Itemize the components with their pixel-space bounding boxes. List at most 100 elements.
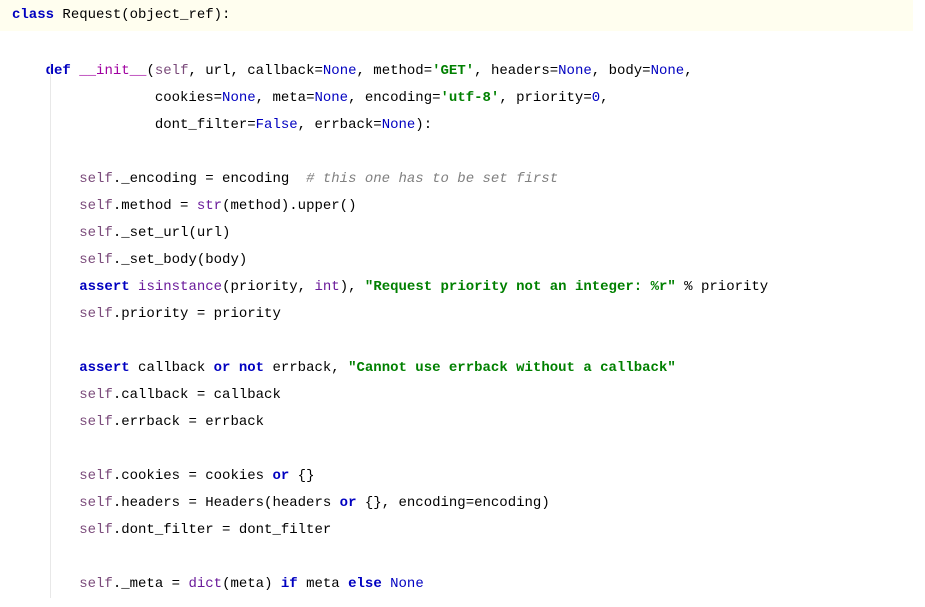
none-literal: None — [558, 63, 592, 79]
init-name: __init__ — [79, 63, 146, 79]
comment-text: # this one has to be set first — [306, 171, 558, 187]
callback-assign: .callback = callback — [113, 387, 281, 403]
assert-string-1: "Request priority not an integer: %r" — [365, 279, 676, 295]
body-priority: self.priority = priority — [12, 301, 925, 328]
params-1b: , method= — [357, 63, 433, 79]
keyword-or: or — [272, 468, 289, 484]
method-assign: .method = — [113, 198, 197, 214]
string-utf8: 'utf-8' — [441, 90, 500, 106]
def-line-2: cookies=None, meta=None, encoding='utf-8… — [12, 85, 925, 112]
dict-builtin: dict — [188, 576, 222, 592]
errback-assign: .errback = errback — [113, 414, 264, 430]
body-meta: self._meta = dict(meta) if meta else Non… — [12, 571, 925, 598]
def-line-1: def __init__(self, url, callback=None, m… — [12, 58, 925, 85]
assert-cb: callback — [130, 360, 214, 376]
params-1a: , url, callback= — [188, 63, 322, 79]
params-1d: , body= — [592, 63, 651, 79]
params-1c: , headers= — [474, 63, 558, 79]
keyword-class: class — [12, 7, 54, 23]
class-signature: Request(object_ref): — [54, 7, 230, 23]
setbody-call: ._set_body(body) — [113, 252, 247, 268]
dontfilter-assign: .dont_filter = dont_filter — [113, 522, 331, 538]
cookies-a: .cookies = cookies — [113, 468, 273, 484]
headers-b: {}, encoding=encoding) — [356, 495, 549, 511]
class-def-line: class Request(object_ref): — [0, 0, 913, 31]
headers-a: .headers = Headers(headers — [113, 495, 340, 511]
false-literal: False — [256, 117, 298, 133]
body-encoding: self._encoding = encoding # this one has… — [12, 166, 925, 193]
params-3c: ): — [415, 117, 432, 133]
def-line-3: dont_filter=False, errback=None): — [12, 112, 925, 139]
self-ref: self — [79, 252, 113, 268]
blank-line — [12, 31, 925, 58]
self-ref: self — [79, 576, 113, 592]
indent-guide — [50, 62, 51, 598]
none-literal: None — [323, 63, 357, 79]
keyword-assert: assert — [79, 360, 129, 376]
self-ref: self — [79, 522, 113, 538]
param-self: self — [155, 63, 189, 79]
params-2e: , — [600, 90, 608, 106]
none-literal: None — [314, 90, 348, 106]
body-cookies: self.cookies = cookies or {} — [12, 463, 925, 490]
self-ref: self — [79, 225, 113, 241]
self-ref: self — [79, 468, 113, 484]
keyword-not: not — [230, 360, 264, 376]
keyword-if: if — [281, 576, 298, 592]
params-2c: , encoding= — [348, 90, 440, 106]
body-headers: self.headers = Headers(headers or {}, en… — [12, 490, 925, 517]
self-ref: self — [79, 198, 113, 214]
keyword-assert: assert — [79, 279, 129, 295]
code-block: class Request(object_ref): def __init__(… — [0, 0, 925, 598]
keyword-else: else — [348, 576, 382, 592]
isinstance-args2: ), — [340, 279, 365, 295]
self-ref: self — [79, 306, 113, 322]
assert-tail-1: % priority — [676, 279, 768, 295]
none-literal: None — [651, 63, 685, 79]
self-ref: self — [79, 414, 113, 430]
body-dontfilter: self.dont_filter = dont_filter — [12, 517, 925, 544]
self-ref: self — [79, 495, 113, 511]
assert-eb: errback, — [264, 360, 348, 376]
blank-line — [12, 544, 925, 571]
encoding-assign: ._encoding = encoding — [113, 171, 306, 187]
self-ref: self — [79, 171, 113, 187]
blank-line — [12, 328, 925, 355]
body-seturl: self._set_url(url) — [12, 220, 925, 247]
params-2b: , meta= — [256, 90, 315, 106]
isinstance-args1: (priority, — [222, 279, 314, 295]
priority-assign: .priority = priority — [113, 306, 281, 322]
params-3a: dont_filter= — [155, 117, 256, 133]
assert-string-2: "Cannot use errback without a callback" — [348, 360, 676, 376]
blank-line — [12, 139, 925, 166]
keyword-or: or — [214, 360, 231, 376]
paren-open: ( — [146, 63, 154, 79]
body-errback: self.errback = errback — [12, 409, 925, 436]
body-setbody: self._set_body(body) — [12, 247, 925, 274]
meta-a: ._meta = — [113, 576, 189, 592]
params-3b: , errback= — [298, 117, 382, 133]
none-literal: None — [382, 576, 424, 592]
body-callback: self.callback = callback — [12, 382, 925, 409]
body-assert-callback: assert callback or not errback, "Cannot … — [12, 355, 925, 382]
body-assert-priority: assert isinstance(priority, int), "Reque… — [12, 274, 925, 301]
keyword-or: or — [340, 495, 357, 511]
params-1e: , — [684, 63, 692, 79]
body-method: self.method = str(method).upper() — [12, 193, 925, 220]
blank-line — [12, 436, 925, 463]
none-literal: None — [222, 90, 256, 106]
isinstance-call: isinstance — [130, 279, 222, 295]
none-literal: None — [382, 117, 416, 133]
method-rest: (method).upper() — [222, 198, 356, 214]
cookies-b: {} — [289, 468, 314, 484]
params-2a: cookies= — [155, 90, 222, 106]
self-ref: self — [79, 387, 113, 403]
params-2d: , priority= — [499, 90, 591, 106]
str-builtin: str — [197, 198, 222, 214]
meta-b: (meta) — [222, 576, 281, 592]
int-builtin: int — [314, 279, 339, 295]
meta-c: meta — [298, 576, 348, 592]
num-zero: 0 — [592, 90, 600, 106]
seturl-call: ._set_url(url) — [113, 225, 231, 241]
string-get: 'GET' — [432, 63, 474, 79]
